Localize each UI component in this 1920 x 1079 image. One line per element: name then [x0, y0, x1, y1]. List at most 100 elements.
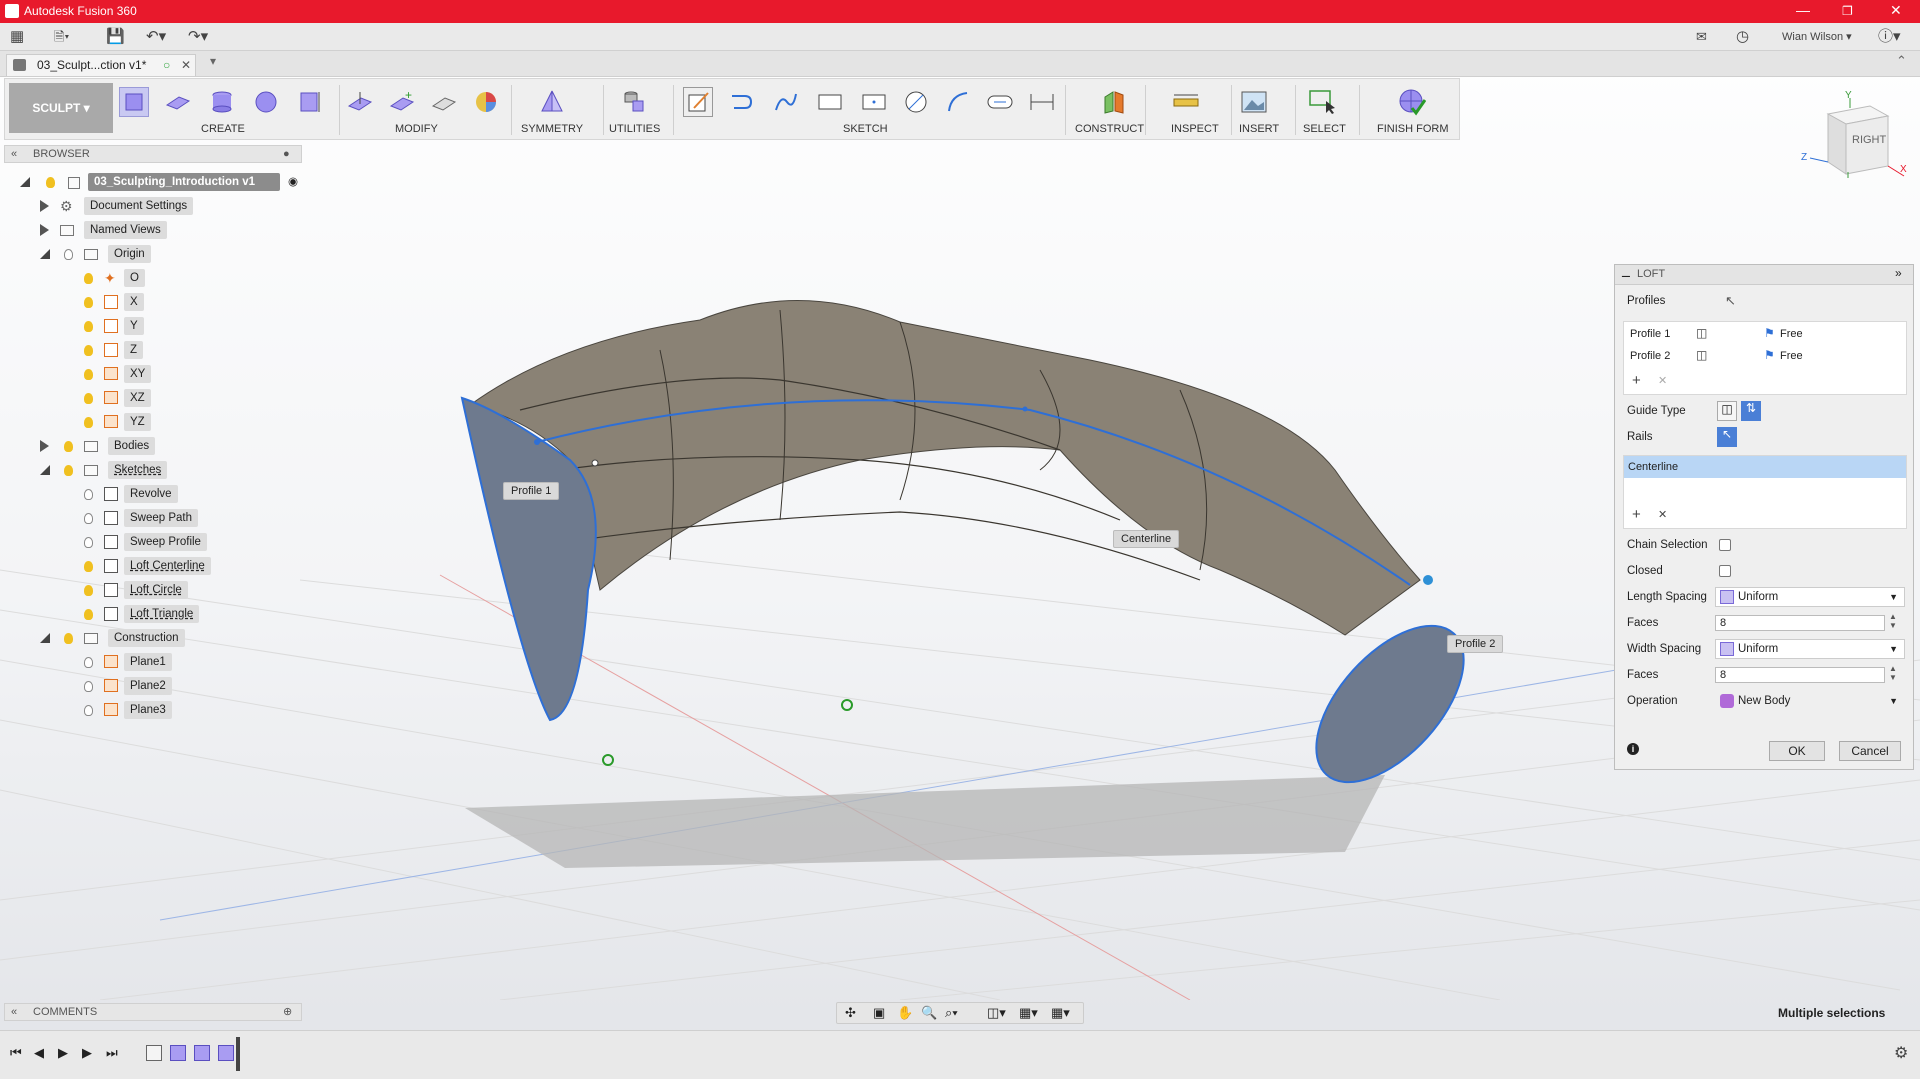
symmetry-menu[interactable]: SYMMETRY [521, 123, 583, 135]
visibility-bulb-icon[interactable] [64, 465, 73, 476]
width-faces-input[interactable]: 8 [1715, 667, 1885, 683]
profile-2-face[interactable] [1289, 600, 1490, 808]
timeline-marker[interactable] [236, 1037, 240, 1071]
profile-row[interactable]: Profile 2 ◫ ⚑ Free [1624, 346, 1906, 366]
visibility-bulb-off-icon[interactable] [84, 513, 93, 524]
collapse-ribbon-icon[interactable]: ⌃ [1896, 53, 1907, 69]
collapsed-icon[interactable] [40, 224, 49, 236]
construct-menu[interactable]: CONSTRUCT [1075, 123, 1144, 135]
orbit-icon[interactable]: ✣ [845, 1005, 856, 1021]
length-faces-input[interactable]: 8 [1715, 615, 1885, 631]
collapse-browser-icon[interactable]: « [11, 146, 17, 162]
collapsed-icon[interactable] [40, 440, 49, 452]
visibility-bulb-icon[interactable] [84, 393, 93, 404]
grid-settings-icon[interactable]: ▦▾ [1019, 1005, 1038, 1021]
document-tab[interactable]: 03_Sculpt...ction v1* ○ ✕ [6, 54, 196, 76]
visibility-bulb-icon[interactable] [84, 561, 93, 572]
visibility-bulb-icon[interactable] [64, 441, 73, 452]
inspect-menu[interactable]: INSPECT [1171, 123, 1219, 135]
expanded-icon[interactable] [40, 633, 50, 643]
sketch-menu[interactable]: SKETCH [843, 123, 888, 135]
remove-profile-icon[interactable]: ✕ [1658, 374, 1667, 387]
loft-dialog-header[interactable]: ⚊ LOFT » [1615, 265, 1913, 285]
active-radio-icon[interactable]: ◉ [288, 173, 298, 191]
sculpt-form-body[interactable] [468, 300, 1421, 636]
expand-dialog-icon[interactable]: » [1895, 266, 1902, 280]
browser-panel-header[interactable]: « BROWSER ● [4, 145, 302, 163]
visibility-bulb-icon[interactable] [84, 369, 93, 380]
timeline-feature-icon[interactable] [194, 1045, 210, 1061]
rectangle-icon[interactable] [815, 87, 845, 117]
ok-button[interactable]: OK [1769, 741, 1825, 761]
select-icon[interactable] [1307, 87, 1337, 117]
finish-form-button[interactable]: FINISH FORM [1377, 123, 1449, 135]
dialog-minus-icon[interactable]: ⚊ [1621, 267, 1631, 280]
expanded-icon[interactable] [40, 249, 50, 259]
visibility-bulb-icon[interactable] [84, 273, 93, 284]
create-quadball-icon[interactable] [295, 87, 325, 117]
crease-icon[interactable] [429, 87, 459, 117]
appearance-icon[interactable] [471, 87, 501, 117]
undo-icon[interactable]: ↶▾ [146, 27, 166, 47]
expanded-icon[interactable] [20, 177, 30, 187]
rail-select-icon[interactable]: ↖ [1717, 427, 1737, 447]
profile-row[interactable]: Profile 1 ◫ ⚑ Free [1624, 324, 1906, 344]
notification-icon[interactable]: ✉ [1696, 27, 1707, 47]
redo-icon[interactable]: ↷▾ [188, 27, 208, 47]
tab-list-chevron-icon[interactable]: ▾ [210, 54, 216, 68]
profile-select-icon[interactable]: ◫ [1696, 326, 1707, 340]
sketch-dimension-icon[interactable] [1027, 87, 1057, 117]
visibility-bulb-icon[interactable] [46, 177, 55, 188]
data-panel-grid-icon[interactable]: ▦ [10, 27, 24, 47]
profile-condition[interactable]: Free [1780, 328, 1803, 340]
visibility-bulb-icon[interactable] [84, 321, 93, 332]
guide-rails-icon[interactable]: ◫ [1717, 401, 1737, 421]
slot-icon[interactable] [985, 87, 1015, 117]
visibility-bulb-icon[interactable] [84, 417, 93, 428]
spline-icon[interactable] [771, 87, 801, 117]
utilities-icon[interactable] [619, 87, 649, 117]
create-plane-icon[interactable] [163, 87, 193, 117]
visibility-bulb-off-icon[interactable] [84, 657, 93, 668]
length-spacing-dropdown[interactable]: Uniform ▼ [1715, 587, 1905, 607]
profile-condition[interactable]: Free [1780, 350, 1803, 362]
workspace-switcher[interactable]: SCULPT ▾ [9, 83, 113, 133]
go-to-start-icon[interactable]: ⏮ [10, 1045, 22, 1061]
cancel-button[interactable]: Cancel [1839, 741, 1901, 761]
modify-menu[interactable]: MODIFY [395, 123, 438, 135]
expanded-icon[interactable] [40, 465, 50, 475]
closed-checkbox[interactable] [1719, 565, 1731, 577]
viewports-icon[interactable]: ▦▾ [1051, 1005, 1070, 1021]
mirror-symmetry-icon[interactable] [537, 87, 567, 117]
circle-icon[interactable] [901, 87, 931, 117]
create-menu[interactable]: CREATE [201, 123, 245, 135]
visibility-bulb-off-icon[interactable] [84, 489, 93, 500]
profile-select-icon[interactable]: ◫ [1696, 348, 1707, 362]
line-icon[interactable] [727, 87, 757, 117]
browser-pin-icon[interactable]: ● [283, 146, 290, 162]
timeline-feature-icon[interactable] [170, 1045, 186, 1061]
width-faces-stepper[interactable]: ▲ ▼ [1889, 664, 1897, 682]
timeline-settings-gear-icon[interactable]: ⚙ [1894, 1043, 1908, 1063]
comments-panel-header[interactable]: « COMMENTS ⊕ [4, 1003, 302, 1021]
create-cylinder-icon[interactable] [207, 87, 237, 117]
user-menu[interactable]: Wian Wilson ▾ [1782, 27, 1852, 47]
construct-plane-icon[interactable] [1099, 87, 1129, 117]
rail-start-point[interactable] [534, 439, 540, 445]
visibility-bulb-icon[interactable] [84, 297, 93, 308]
center-rectangle-icon[interactable] [859, 87, 889, 117]
remove-rail-icon[interactable]: ✕ [1658, 508, 1667, 521]
finish-form-icon[interactable] [1397, 87, 1427, 117]
create-sphere-icon[interactable] [251, 87, 281, 117]
add-rail-icon[interactable]: + [1632, 506, 1641, 523]
chain-selection-checkbox[interactable] [1719, 539, 1731, 551]
visibility-bulb-icon[interactable] [64, 633, 73, 644]
create-box-icon[interactable] [119, 87, 149, 117]
minimize-icon[interactable]: — [1796, 2, 1810, 18]
guide-centerline-icon[interactable]: ⇅ [1741, 401, 1761, 421]
zoom-window-icon[interactable]: ⌕▾ [945, 1005, 958, 1021]
visibility-bulb-off-icon[interactable] [84, 705, 93, 716]
step-forward-icon[interactable]: ▶ [82, 1045, 92, 1061]
insert-image-icon[interactable] [1239, 87, 1269, 117]
create-sketch-icon[interactable] [683, 87, 713, 117]
